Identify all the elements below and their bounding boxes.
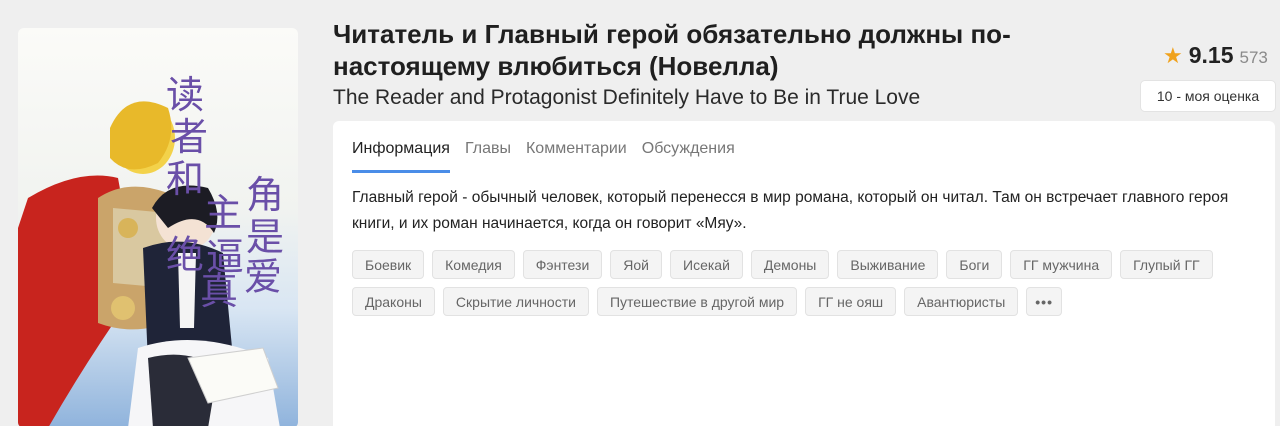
rating-summary: ★ 9.15 573 [1163, 42, 1268, 72]
rating-count: 573 [1239, 48, 1268, 67]
tag-yaoi[interactable]: Яой [610, 250, 662, 279]
tag-adventurers[interactable]: Авантюристы [904, 287, 1019, 316]
more-tags-button[interactable]: ••• [1026, 287, 1062, 316]
tab-information[interactable]: Информация [352, 140, 450, 173]
description: Главный герой - обычный человек, который… [352, 189, 1229, 232]
my-rating-button[interactable]: 10 - моя оценка [1140, 80, 1276, 112]
page-title: Читатель и Главный герой обязательно дол… [333, 18, 1093, 82]
tag-dumb-protagonist[interactable]: Глупый ГГ [1120, 250, 1213, 279]
tag-another-world[interactable]: Путешествие в другой мир [596, 287, 798, 316]
tab-comments[interactable]: Комментарии [526, 140, 627, 173]
tab-discussions[interactable]: Обсуждения [642, 140, 735, 173]
tag-list: Боевик Комедия Фэнтези Яой Исекай Демоны… [352, 250, 1262, 316]
cover-image: 读 者 和 主 角 绝 逼 是 真 爱 [18, 28, 298, 426]
tag-fantasy[interactable]: Фэнтези [522, 250, 603, 279]
info-card: Информация Главы Комментарии Обсуждения … [333, 121, 1275, 426]
tab-chapters[interactable]: Главы [465, 140, 511, 173]
tag-survival[interactable]: Выживание [837, 250, 939, 279]
tag-comedy[interactable]: Комедия [432, 250, 515, 279]
title-line-1: Читатель и Главный герой обязательно дол… [333, 19, 1011, 49]
tag-isekai[interactable]: Исекай [670, 250, 743, 279]
tag-male-protagonist[interactable]: ГГ мужчина [1010, 250, 1113, 279]
tab-bar: Информация Главы Комментарии Обсуждения [352, 121, 735, 173]
tag-action[interactable]: Боевик [352, 250, 425, 279]
novel-page: 读 者 和 主 角 绝 逼 是 真 爱 Читатель и Главный г… [0, 0, 1280, 426]
tag-hidden-identity[interactable]: Скрытие личности [442, 287, 589, 316]
alternative-title: The Reader and Protagonist Definitely Ha… [333, 86, 921, 109]
star-icon: ★ [1163, 43, 1183, 68]
tag-demons[interactable]: Демоны [750, 250, 830, 279]
tag-dragons[interactable]: Драконы [352, 287, 435, 316]
tag-not-oyash[interactable]: ГГ не ояш [805, 287, 897, 316]
rating-value: 9.15 [1188, 42, 1234, 68]
cover-title-art: 读 者 和 主 角 绝 逼 是 真 爱 [166, 73, 285, 313]
title-line-2: настоящему влюбиться (Новелла) [333, 51, 779, 81]
tag-gods[interactable]: Боги [946, 250, 1003, 279]
